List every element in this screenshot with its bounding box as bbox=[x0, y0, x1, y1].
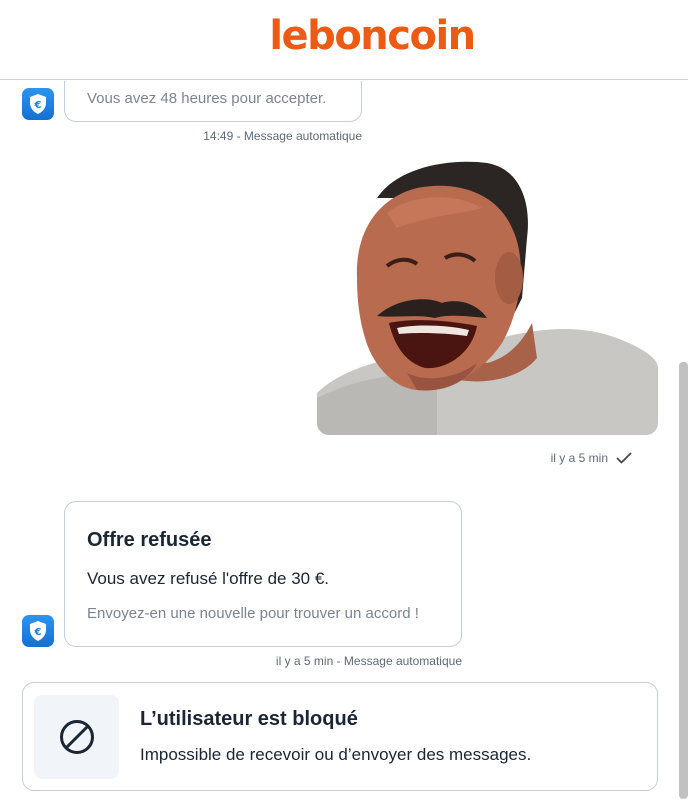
blocked-description: Impossible de recevoir ou d’envoyer des … bbox=[140, 745, 532, 764]
message-status: il y a 5 min bbox=[551, 451, 632, 465]
shield-euro-icon: € bbox=[22, 615, 54, 647]
offer-status-text: Vous avez refusé l'offre de 30 €. bbox=[87, 569, 330, 588]
checkmark-icon bbox=[616, 452, 632, 464]
leboncoin-logo[interactable]: leboncoin bbox=[269, 13, 476, 59]
svg-text:€: € bbox=[34, 100, 42, 111]
message-timestamp: il y a 5 min - Message automatique bbox=[275, 654, 462, 668]
message-timestamp: il y a 5 min bbox=[550, 451, 608, 465]
blocked-title: L’utilisateur est bloqué bbox=[140, 708, 358, 730]
conversation-thread: € Vous avez 48 heures pour accepter. 14:… bbox=[0, 81, 688, 799]
blocked-user-notice: L’utilisateur est bloqué Impossible de r… bbox=[22, 682, 658, 791]
message-timestamp: 14:49 - Message automatique bbox=[203, 129, 362, 143]
app-header: leboncoin bbox=[0, 0, 688, 80]
shield-euro-icon: € bbox=[22, 88, 54, 120]
scrollbar[interactable] bbox=[679, 362, 688, 799]
offer-refused-bubble: Offre refusée Vous avez refusé l'offre d… bbox=[64, 501, 462, 647]
blocked-icon bbox=[59, 720, 94, 754]
laughing-man-image bbox=[317, 161, 658, 435]
blocked-icon-container bbox=[34, 695, 119, 779]
message-text: Vous avez 48 heures pour accepter. bbox=[87, 90, 327, 107]
system-message-bubble: Vous avez 48 heures pour accepter. bbox=[64, 81, 362, 122]
sent-image-message[interactable] bbox=[317, 158, 658, 435]
svg-text:€: € bbox=[34, 627, 42, 638]
offer-status-title: Offre refusée bbox=[87, 529, 212, 551]
offer-hint-text: Envoyez-en une nouvelle pour trouver un … bbox=[87, 605, 419, 622]
